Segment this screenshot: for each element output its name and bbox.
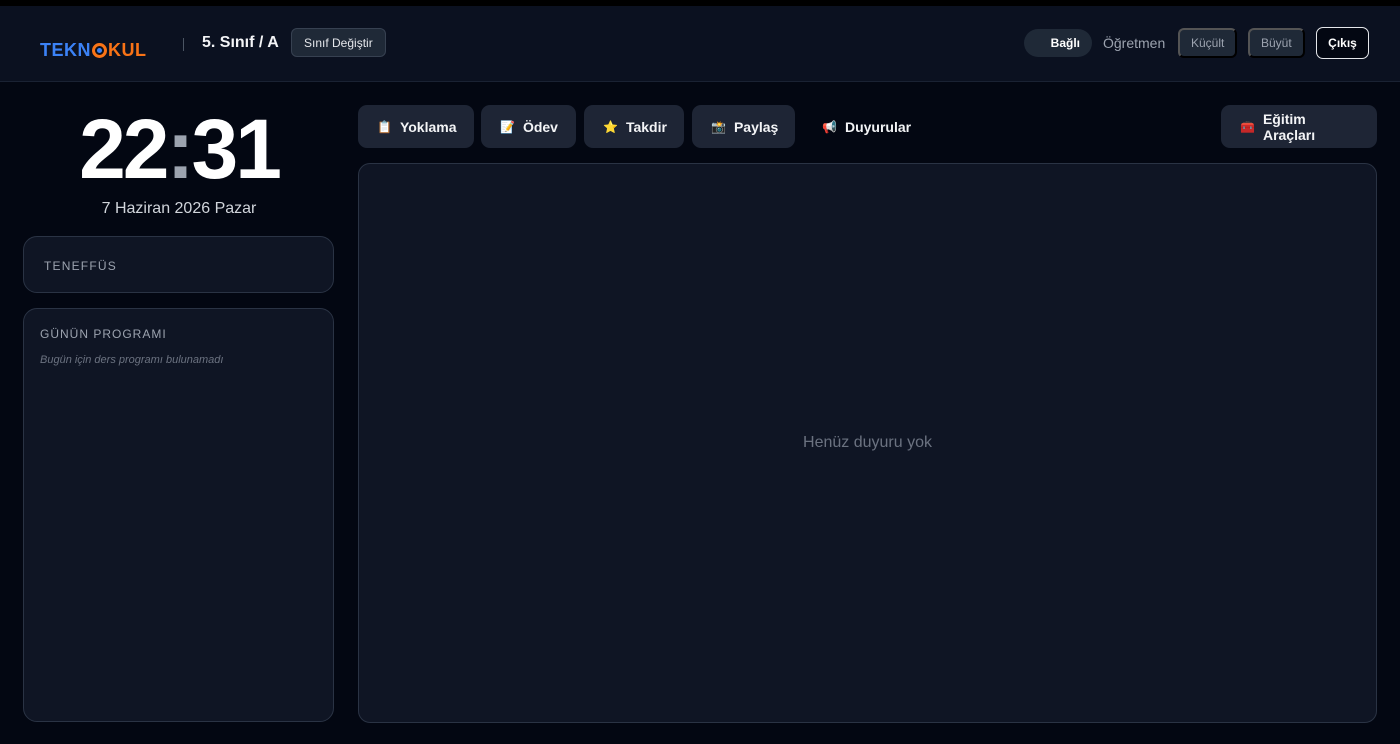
announcements-empty-text: Henüz duyuru yok — [803, 434, 932, 451]
logo: TEKN KUL — [40, 38, 147, 62]
current-date: 7 Haziran 2026 Pazar — [101, 200, 257, 217]
tab-label: Yoklama — [399, 118, 457, 135]
tab-attendance[interactable]: 📋 Yoklama — [358, 105, 474, 148]
toolbox-icon: 🧰 — [1240, 119, 1255, 134]
header-divider — [183, 38, 184, 51]
grow-button[interactable]: Büyüt — [1248, 28, 1305, 58]
tab-education-tools[interactable]: 🧰 Eğitim Araçları — [1221, 105, 1377, 148]
logout-button[interactable]: Çıkış — [1316, 27, 1369, 59]
tab-label: Eğitim Araçları — [1262, 110, 1316, 143]
tab-label: Duyurular — [844, 118, 912, 135]
star-icon: ⭐ — [603, 119, 618, 134]
clock-separator: : — [166, 102, 195, 196]
change-class-button[interactable]: Sınıf Değiştir — [291, 28, 386, 57]
daily-program-empty-text: Bugün için ders programı bulunamadı — [40, 354, 224, 366]
tab-homework[interactable]: 📝 Ödev — [481, 105, 576, 148]
connection-status-badge: Bağlı — [1024, 29, 1092, 57]
clock: 22:31 — [24, 104, 334, 194]
top-bar: TEKN KUL 5. Sınıf / A Sınıf Değiştir Bağ… — [0, 6, 1400, 82]
class-name: 5. Sınıf / A — [202, 34, 279, 51]
daily-program-title: GÜNÜN PROGRAMI — [40, 327, 167, 341]
announcements-panel: Henüz duyuru yok — [358, 163, 1377, 723]
tab-label: Ödev — [522, 118, 558, 135]
memo-icon: 📝 — [500, 119, 515, 134]
shrink-button[interactable]: Küçült — [1178, 28, 1238, 58]
clock-minutes: 31 — [191, 102, 281, 196]
tab-announcements[interactable]: 📢 Duyurular — [803, 105, 928, 148]
daily-program-card: GÜNÜN PROGRAMI Bugün için ders programı … — [23, 308, 334, 722]
logo-o-icon — [92, 42, 107, 58]
camera-icon: 📸 — [711, 119, 726, 134]
break-card: TENEFFÜS — [23, 236, 334, 293]
tab-praise[interactable]: ⭐ Takdir — [584, 105, 684, 148]
clipboard-icon: 📋 — [377, 119, 392, 134]
logo-text-part2: KUL — [108, 39, 147, 60]
user-role: Öğretmen — [1103, 35, 1166, 51]
tab-label: Paylaş — [733, 118, 779, 135]
tab-share[interactable]: 📸 Paylaş — [692, 105, 795, 148]
clock-hours: 22 — [79, 102, 169, 196]
megaphone-icon: 📢 — [822, 119, 837, 134]
logo-text-part1: TEKN — [40, 39, 91, 60]
tab-label: Takdir — [625, 118, 667, 135]
break-card-title: TENEFFÜS — [44, 259, 117, 273]
